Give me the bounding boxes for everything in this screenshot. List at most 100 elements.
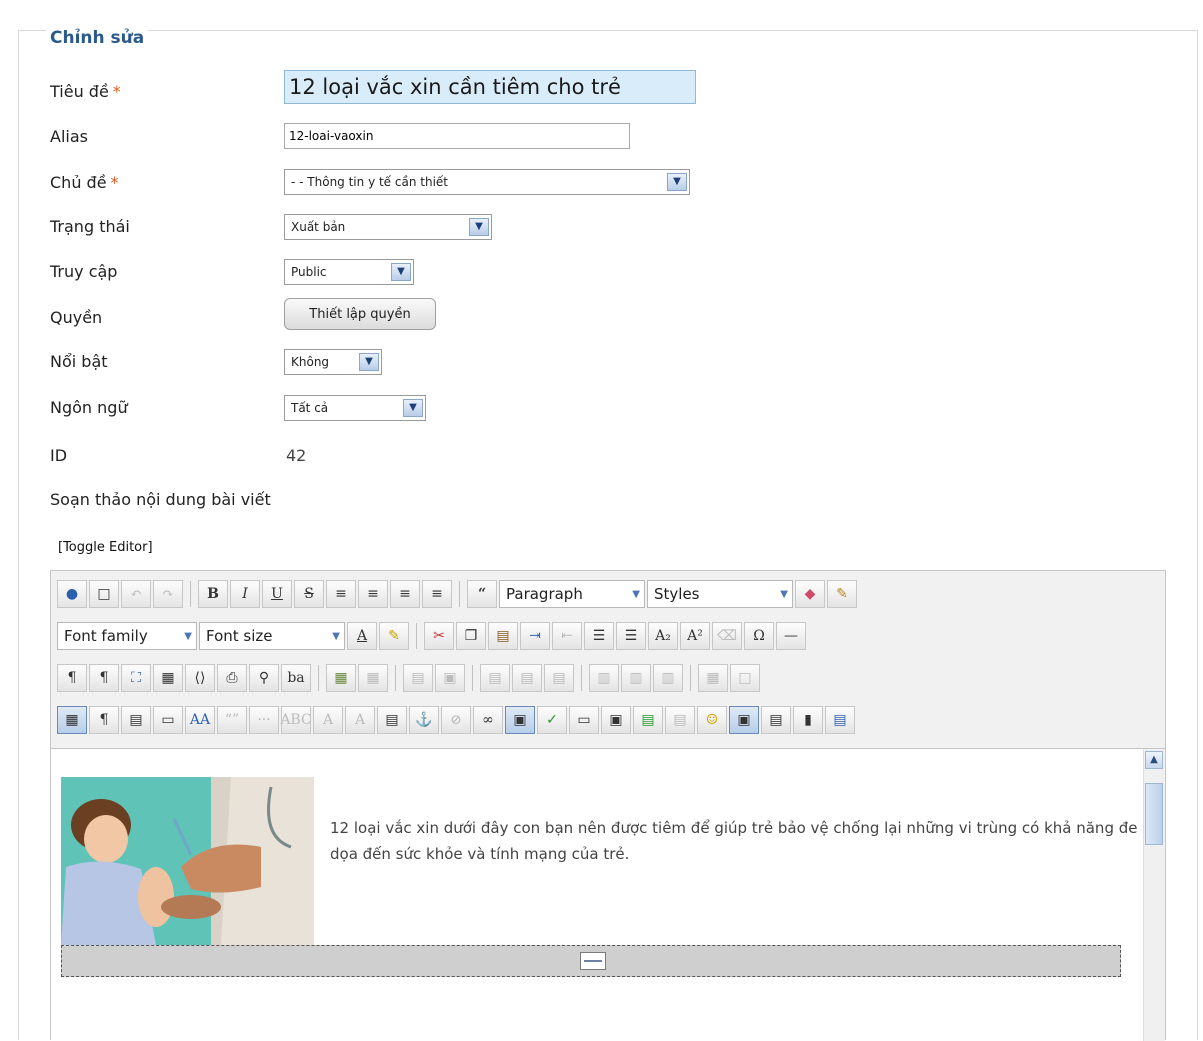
find-replace-icon[interactable]: ⚲	[249, 664, 279, 692]
fullscreen-icon[interactable]: ⛶	[121, 664, 151, 692]
col-before-icon[interactable]: ▥	[589, 664, 619, 692]
print-icon[interactable]: ⎙	[217, 664, 247, 692]
outdent-icon[interactable]: ⇤	[552, 622, 582, 650]
cite-icon[interactable]: “”	[217, 706, 247, 734]
row-props-icon[interactable]: ▤	[403, 664, 433, 692]
emoticons-icon[interactable]: ☺	[697, 706, 727, 734]
state-select[interactable]: Xuất bản ▼	[284, 214, 492, 240]
bold-icon[interactable]: B	[198, 580, 228, 608]
align-center-icon[interactable]: ≡	[358, 580, 388, 608]
editor-scrollbar[interactable]: ▲	[1143, 749, 1165, 1041]
blockquote-icon[interactable]: “	[467, 580, 497, 608]
delete-row-icon[interactable]: ▤	[544, 664, 574, 692]
strikethrough-icon[interactable]: S	[294, 580, 324, 608]
page-break-icon[interactable]: ▣	[601, 706, 631, 734]
deletion-icon[interactable]: A	[313, 706, 343, 734]
insert-image-icon[interactable]: ▣	[505, 706, 535, 734]
media-icon[interactable]: ▮	[793, 706, 823, 734]
undo-icon[interactable]: ↶	[121, 580, 151, 608]
rtl-icon[interactable]: ¶	[89, 664, 119, 692]
scroll-up-icon[interactable]: ▲	[1145, 751, 1163, 769]
justify-icon[interactable]: ≡	[326, 580, 356, 608]
copy-icon[interactable]: ❐	[456, 622, 486, 650]
template-icon[interactable]: ▦	[153, 664, 183, 692]
insert-date-icon[interactable]: ▭	[153, 706, 183, 734]
featured-select[interactable]: Không ▼	[284, 349, 382, 375]
cell-props-icon[interactable]: ▣	[435, 664, 465, 692]
paste-icon[interactable]: ▤	[488, 622, 518, 650]
toggle-editor-link[interactable]: [Toggle Editor]	[58, 540, 153, 555]
col-after-icon[interactable]: ▥	[621, 664, 651, 692]
acronym-icon[interactable]: ABC	[280, 706, 312, 734]
eraser-icon[interactable]: ◆	[795, 580, 825, 608]
redo-icon[interactable]: ↷	[153, 580, 183, 608]
row-before-icon[interactable]: ▤	[480, 664, 510, 692]
cut-icon[interactable]: ✂	[424, 622, 454, 650]
scroll-thumb[interactable]	[1145, 783, 1163, 845]
ltr-icon[interactable]: ¶	[57, 664, 87, 692]
link-icon[interactable]: ∞	[473, 706, 503, 734]
cleanup-icon[interactable]: ✎	[827, 580, 857, 608]
help-icon[interactable]: ●	[57, 580, 87, 608]
format-combo[interactable]: Paragraph ▼	[499, 580, 645, 608]
toolbar-row-1: ● □ ↶ ↷ B I U S ≡ ≡ ≡ ≡ “ Paragraph ▼ Sty…	[57, 577, 857, 611]
superscript-icon[interactable]: A²	[680, 622, 710, 650]
split-cells-icon[interactable]: ▦	[698, 664, 728, 692]
spellcheck-icon[interactable]: ✓	[537, 706, 567, 734]
insert-layer-icon[interactable]: ▤	[121, 706, 151, 734]
font-family-combo[interactable]: Font family ▼	[57, 622, 197, 650]
style-props-icon[interactable]: AA	[185, 706, 215, 734]
editor-content[interactable]: 12 loại vắc xin dưới đây con bạn nên đượ…	[51, 749, 1143, 1041]
image-manager-icon[interactable]: ▣	[729, 706, 759, 734]
source-code-icon[interactable]: ⟨⟩	[185, 664, 215, 692]
replace-icon[interactable]: ba	[281, 664, 311, 692]
title-input[interactable]	[284, 70, 696, 104]
special-character-icon[interactable]: Ω	[744, 622, 774, 650]
table-icon[interactable]: ▦	[326, 664, 356, 692]
align-right-icon[interactable]: ≡	[422, 580, 452, 608]
insert-file-icon[interactable]: ▤	[633, 706, 663, 734]
attributes-icon[interactable]: ▤	[377, 706, 407, 734]
alias-input[interactable]	[284, 123, 630, 149]
delete-table-icon[interactable]: ▦	[358, 664, 388, 692]
text-color-icon[interactable]: A	[347, 622, 377, 650]
set-permissions-button[interactable]: Thiết lập quyền	[284, 298, 436, 330]
subscript-icon[interactable]: A₂	[648, 622, 678, 650]
add-page-icon[interactable]: ▤	[825, 706, 855, 734]
toolbar-separator	[395, 665, 396, 691]
ordered-list-icon[interactable]: ☰	[584, 622, 614, 650]
delete-col-icon[interactable]: ▥	[653, 664, 683, 692]
nonbreaking-icon[interactable]: ▭	[569, 706, 599, 734]
font-size-combo[interactable]: Font size ▼	[199, 622, 345, 650]
insertion-icon[interactable]: A	[345, 706, 375, 734]
chevron-down-icon: ▼	[780, 588, 788, 600]
underline-icon[interactable]: U	[262, 580, 292, 608]
title-label-text: Tiêu đề	[50, 82, 109, 101]
remove-format-icon[interactable]: ⌫	[712, 622, 742, 650]
rich-text-editor: ● □ ↶ ↷ B I U S ≡ ≡ ≡ ≡ “ Paragraph ▼ Sty…	[50, 570, 1166, 1041]
category-select[interactable]: - - Thông tin y tế cần thiết ▼	[284, 169, 690, 195]
title-label: Tiêu đề *	[50, 82, 121, 101]
indent-icon[interactable]: ⇥	[520, 622, 550, 650]
highlight-color-icon[interactable]: ✎	[379, 622, 409, 650]
readmore-icon[interactable]: ▤	[665, 706, 695, 734]
chevron-down-icon: ▼	[403, 399, 423, 417]
bullet-list-icon[interactable]: ☰	[616, 622, 646, 650]
language-select[interactable]: Tất cả ▼	[284, 395, 426, 421]
styles-combo[interactable]: Styles ▼	[647, 580, 793, 608]
new-document-icon[interactable]: □	[89, 580, 119, 608]
unlink-icon[interactable]: ⊘	[441, 706, 471, 734]
merge-cells-icon[interactable]: □	[730, 664, 760, 692]
row-after-icon[interactable]: ▤	[512, 664, 542, 692]
visual-aid-icon[interactable]: ▦	[57, 706, 87, 734]
access-select[interactable]: Public ▼	[284, 259, 414, 285]
article-icon[interactable]: ▤	[761, 706, 791, 734]
anchor-icon[interactable]: ⚓	[409, 706, 439, 734]
horizontal-rule-icon[interactable]: —	[776, 622, 806, 650]
italic-icon[interactable]: I	[230, 580, 260, 608]
category-label: Chủ đề *	[50, 173, 119, 192]
toolbar-separator	[472, 665, 473, 691]
align-left-icon[interactable]: ≡	[390, 580, 420, 608]
show-blocks-icon[interactable]: ¶	[89, 706, 119, 734]
abbr-icon[interactable]: ···	[249, 706, 279, 734]
